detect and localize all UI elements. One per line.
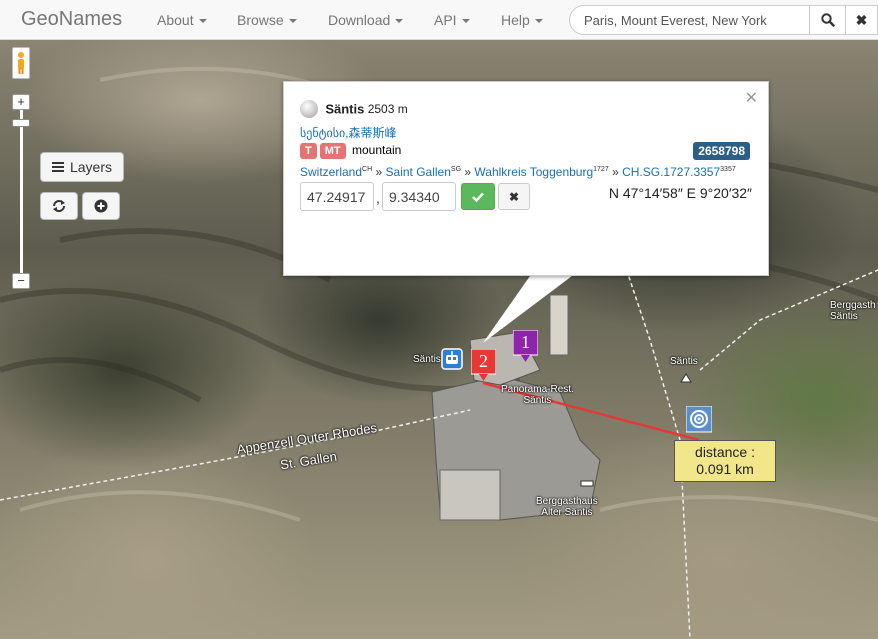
chevron-down-icon — [534, 19, 543, 24]
coord-separator: , — [376, 190, 380, 206]
peak-icon — [680, 373, 692, 383]
feature-row: T MT mountain — [300, 143, 401, 159]
nav-about-label: About — [157, 12, 194, 28]
marker-2[interactable]: 2 — [471, 349, 496, 382]
close-icon: ✖ — [508, 189, 520, 204]
poi-label-berggasthaus: Berggasthaus Alter Säntis — [536, 496, 598, 518]
hierarchy-separator: » — [375, 165, 383, 179]
list-icon — [51, 162, 64, 172]
hierarchy-breadcrumb: SwitzerlandCH » Saint GallenSG » Wahlkre… — [300, 165, 736, 179]
nav-help[interactable]: Help — [501, 12, 543, 28]
geoname-id-badge[interactable]: 2658798 — [693, 142, 750, 160]
nav-browse[interactable]: Browse — [237, 12, 297, 28]
nav-download[interactable]: Download — [328, 12, 404, 28]
layers-button[interactable]: Layers — [40, 152, 124, 182]
badge-mt: MT — [319, 143, 346, 159]
nav-help-label: Help — [501, 12, 530, 28]
layers-label: Layers — [69, 159, 113, 175]
alt-names-link[interactable]: სენტისი,森蒂斯峰 — [300, 126, 397, 140]
chevron-down-icon — [288, 19, 297, 24]
clear-search-button[interactable]: ✖ — [846, 5, 878, 35]
place-name: Säntis — [325, 101, 365, 117]
hierarchy-commune[interactable]: CH.SG.1727.3357 — [622, 165, 720, 179]
close-icon: ✖ — [855, 11, 868, 28]
chevron-down-icon — [461, 19, 470, 24]
confirm-coords-button[interactable] — [461, 183, 495, 210]
cancel-coords-button[interactable]: ✖ — [498, 183, 530, 210]
hierarchy-district[interactable]: Wahlkreis Toggenburg — [474, 165, 593, 179]
hierarchy-separator: » — [612, 165, 619, 179]
poi-label-berggasthaus-right: Berggasth Säntis — [830, 300, 876, 322]
zoom-slider-track[interactable] — [20, 110, 23, 280]
map-view[interactable]: Appenzell Outer Rhodes St. Gallen Säntis… — [0, 40, 878, 639]
nav-api-label: API — [434, 12, 457, 28]
hierarchy-region-code: SG — [450, 166, 462, 173]
feature-type: mountain — [351, 143, 402, 157]
hierarchy-country-code: CH — [362, 166, 373, 173]
dms-coordinates: N 47°14′58″ E 9°20′32″ — [608, 185, 752, 201]
cable-car-marker[interactable] — [441, 348, 463, 372]
nav-about[interactable]: About — [157, 12, 207, 28]
popup-close-button[interactable]: ✕ — [745, 88, 758, 108]
place-elevation: 2503 m — [367, 102, 408, 116]
hierarchy-region[interactable]: Saint Gallen — [386, 165, 451, 179]
latitude-input[interactable] — [300, 182, 374, 211]
nav-api[interactable]: API — [434, 12, 470, 28]
place-popup: ✕ Säntis 2503 m სენტისი,森蒂斯峰 T MT mountai… — [283, 81, 769, 276]
refresh-icon — [53, 200, 65, 212]
chevron-down-icon — [395, 19, 404, 24]
zoom-in-button[interactable]: + — [12, 94, 30, 110]
longitude-input[interactable] — [382, 182, 456, 211]
hierarchy-country[interactable]: Switzerland — [300, 165, 362, 179]
search-icon — [820, 13, 835, 27]
add-button[interactable] — [82, 192, 120, 220]
bed-icon — [580, 480, 594, 487]
marker-1[interactable]: 1 — [513, 330, 538, 363]
marker-1-label: 1 — [521, 332, 530, 352]
search-button[interactable] — [809, 5, 846, 35]
distance-value: 0.091 km — [696, 461, 754, 477]
pegman-icon — [18, 52, 24, 74]
navbar: GeoNames About Browse Download API Help … — [0, 0, 878, 40]
check-icon — [472, 192, 484, 202]
refresh-button[interactable] — [40, 192, 78, 220]
poi-label-santis-peak: Säntis — [670, 356, 698, 367]
wikipedia-icon[interactable] — [300, 100, 318, 118]
zoom-out-button[interactable]: − — [12, 273, 30, 289]
popup-title-row: Säntis 2503 m — [300, 100, 408, 118]
search-input[interactable] — [569, 5, 810, 35]
nav-download-label: Download — [328, 12, 391, 28]
hierarchy-district-code: 1727 — [593, 166, 609, 173]
zoom-slider-handle[interactable] — [12, 119, 30, 127]
target-marker[interactable] — [686, 406, 712, 436]
hierarchy-separator: » — [464, 165, 472, 179]
poi-label-panorama: Panorama-Rest. Säntis — [501, 384, 574, 406]
alt-names: სენტისი,森蒂斯峰 — [300, 124, 397, 141]
nav-browse-label: Browse — [237, 12, 284, 28]
hierarchy-commune-code: 3357 — [720, 166, 736, 173]
marker-2-label: 2 — [479, 351, 488, 371]
brand-logo[interactable]: GeoNames — [21, 8, 122, 31]
distance-tooltip: distance : 0.091 km — [674, 440, 776, 482]
poi-label-santis: Säntis — [413, 354, 441, 365]
chevron-down-icon — [198, 19, 207, 24]
distance-label: distance : — [695, 444, 755, 460]
street-view-pegman[interactable] — [12, 47, 30, 79]
badge-t: T — [300, 143, 317, 159]
plus-circle-icon — [94, 199, 108, 213]
